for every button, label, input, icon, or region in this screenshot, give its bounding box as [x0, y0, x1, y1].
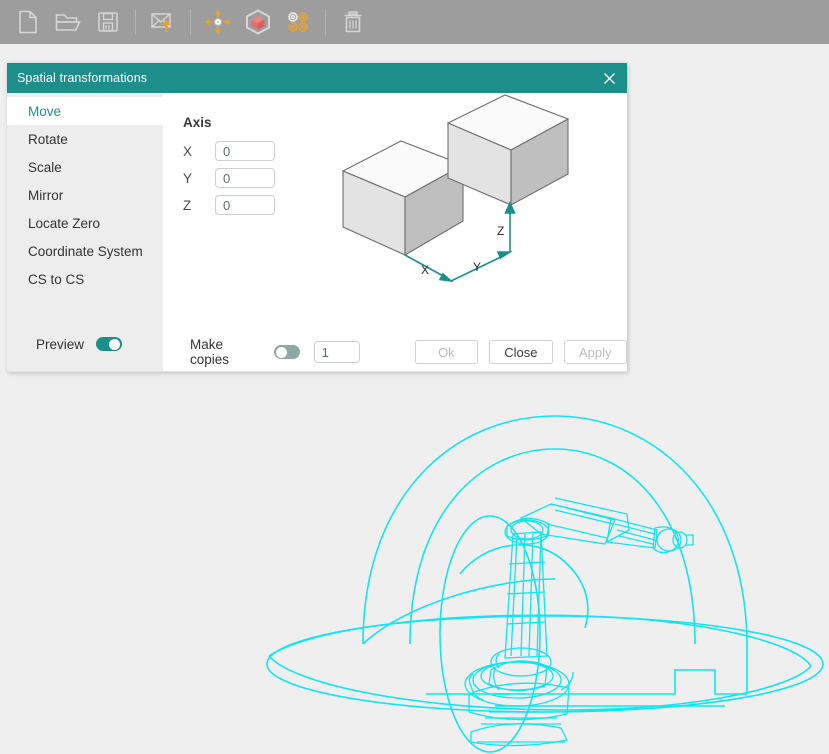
sidebar-item-coordinate-system[interactable]: Coordinate System [7, 237, 163, 265]
axis-row-x: X [183, 141, 275, 161]
axis-input-y[interactable] [215, 168, 275, 188]
dialog-title: Spatial transformations [17, 71, 148, 85]
axis-label-z: Z [183, 197, 192, 213]
close-button[interactable] [591, 63, 627, 93]
sidebar-item-label: Rotate [28, 131, 68, 147]
delete-button[interactable] [336, 5, 370, 39]
sidebar-item-label: CS to CS [28, 271, 85, 287]
points-select-button[interactable] [281, 5, 315, 39]
dialog-body: Move Rotate Scale Mirror Locate Zero Coo… [7, 93, 628, 372]
close-dialog-button[interactable]: Close [489, 340, 553, 364]
open-folder-button[interactable] [51, 5, 85, 39]
save-icon [98, 12, 118, 32]
open-folder-icon [55, 14, 81, 31]
sidebar-item-locate-zero[interactable]: Locate Zero [7, 209, 163, 237]
ok-button[interactable]: Ok [414, 340, 479, 364]
dialog-titlebar[interactable]: Spatial transformations [7, 63, 627, 93]
close-icon [603, 72, 615, 84]
trash-icon [344, 11, 362, 33]
preview-label: Preview [36, 336, 85, 352]
sidebar-item-label: Scale [28, 159, 62, 175]
save-button[interactable] [91, 5, 125, 39]
footer-divider [7, 371, 627, 372]
new-file-button[interactable] [11, 5, 45, 39]
transform-mode-sidebar: Move Rotate Scale Mirror Locate Zero Coo… [7, 93, 165, 372]
dialog-footer: Make copies Ok Close Apply [163, 332, 628, 372]
axis-input-z[interactable] [215, 195, 275, 215]
sidebar-item-cs-to-cs[interactable]: CS to CS [7, 265, 163, 293]
import-export-button[interactable] [146, 5, 180, 39]
axis-label-y: Y [183, 170, 193, 186]
copies-count-input[interactable] [313, 341, 360, 363]
apply-button[interactable]: Apply [563, 340, 628, 364]
toggle-knob [275, 346, 287, 358]
spatial-transformations-dialog: Spatial transformations Move Rotate Scal… [7, 63, 628, 372]
main-toolbar [0, 0, 829, 44]
robot-arm-wireframe [266, 415, 824, 753]
move-cubes-diagram: X Y Z [341, 94, 570, 283]
move-arrows-icon [205, 10, 231, 34]
axis-arrow-label-y: Y [473, 260, 481, 274]
axis-arrow-label-x: X [421, 263, 429, 277]
sidebar-item-move[interactable]: Move [7, 97, 165, 125]
sidebar-item-label: Locate Zero [28, 215, 101, 231]
toggle-knob [109, 338, 121, 350]
sidebar-item-label: Coordinate System [28, 243, 143, 259]
source-cube [341, 140, 465, 256]
sidebar-item-rotate[interactable]: Rotate [7, 125, 163, 153]
make-copies-label: Make copies [190, 337, 230, 367]
sidebar-item-scale[interactable]: Scale [7, 153, 163, 181]
preview-row: Preview [7, 330, 163, 358]
move-tool-button[interactable] [201, 5, 235, 39]
axis-row-z: Z [183, 195, 275, 215]
toolbar-separator [325, 9, 326, 35]
destination-cube [446, 94, 570, 206]
new-file-icon [19, 10, 37, 34]
axis-row-y: Y [183, 168, 275, 188]
make-copies-toggle[interactable] [273, 345, 300, 359]
axis-input-x[interactable] [215, 141, 275, 161]
points-targets-icon [288, 12, 308, 32]
toolbar-separator [190, 9, 191, 35]
cube-icon [246, 9, 270, 35]
sidebar-item-label: Move [28, 103, 62, 119]
axis-label-x: X [183, 143, 193, 159]
toolbar-separator [135, 9, 136, 35]
solid-cube-button[interactable] [241, 5, 275, 39]
preview-toggle[interactable] [96, 337, 123, 351]
sidebar-item-label: Mirror [28, 187, 64, 203]
axis-heading: Axis [183, 115, 212, 130]
sidebar-item-mirror[interactable]: Mirror [7, 181, 163, 209]
axis-arrow-label-z: Z [497, 224, 504, 238]
move-panel: Axis X Y Z [163, 93, 627, 372]
import-export-icon [151, 13, 171, 32]
